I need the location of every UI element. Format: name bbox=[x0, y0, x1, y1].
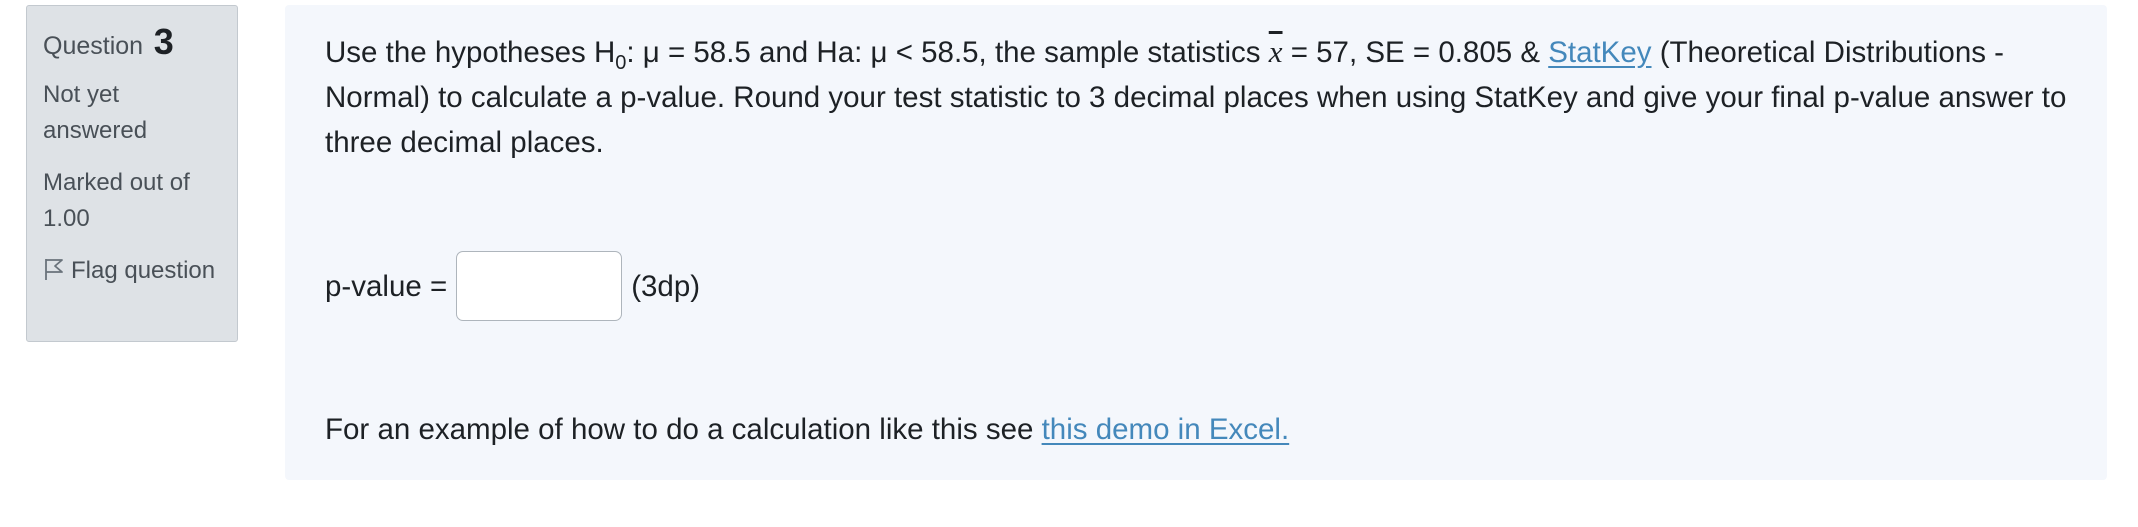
question-number: Question 3 bbox=[43, 24, 221, 65]
question-text-part1: Use the hypotheses H bbox=[325, 36, 616, 69]
flag-icon bbox=[45, 259, 63, 280]
x-bar-symbol: x bbox=[1268, 34, 1283, 69]
p-value-label: p-value = bbox=[325, 269, 448, 303]
flag-question-label: Flag question bbox=[71, 257, 216, 284]
question-page: Question 3 Not yet answered Marked out o… bbox=[0, 0, 2138, 527]
p-value-suffix: (3dp) bbox=[631, 269, 701, 303]
question-text: Use the hypotheses H0: μ = 58.5 and Ha: … bbox=[325, 29, 2067, 165]
question-label: Question bbox=[43, 32, 144, 60]
flag-question-button[interactable]: Flag question bbox=[43, 253, 221, 289]
h0-subscript: 0 bbox=[615, 51, 627, 74]
question-number-value: 3 bbox=[153, 21, 174, 62]
answer-row: p-value = (3dp) bbox=[325, 249, 2067, 323]
question-text-part3: = 57, SE = 0.805 & bbox=[1282, 36, 1549, 69]
question-state: Not yet answered bbox=[43, 81, 148, 144]
demo-text: For an example of how to do a calculatio… bbox=[325, 407, 2067, 452]
statkey-link[interactable]: StatKey bbox=[1548, 36, 1651, 69]
question-text-part2: : μ = 58.5 and Ha: μ < 58.5, the sample … bbox=[626, 36, 1269, 69]
question-info-panel: Question 3 Not yet answered Marked out o… bbox=[26, 5, 238, 342]
demo-text-prefix: For an example of how to do a calculatio… bbox=[325, 413, 1042, 446]
question-content: Use the hypotheses H0: μ = 58.5 and Ha: … bbox=[285, 5, 2107, 480]
question-grade: Marked out of 1.00 bbox=[43, 169, 190, 232]
p-value-input[interactable] bbox=[456, 251, 623, 321]
excel-demo-link[interactable]: this demo in Excel. bbox=[1042, 413, 1290, 446]
